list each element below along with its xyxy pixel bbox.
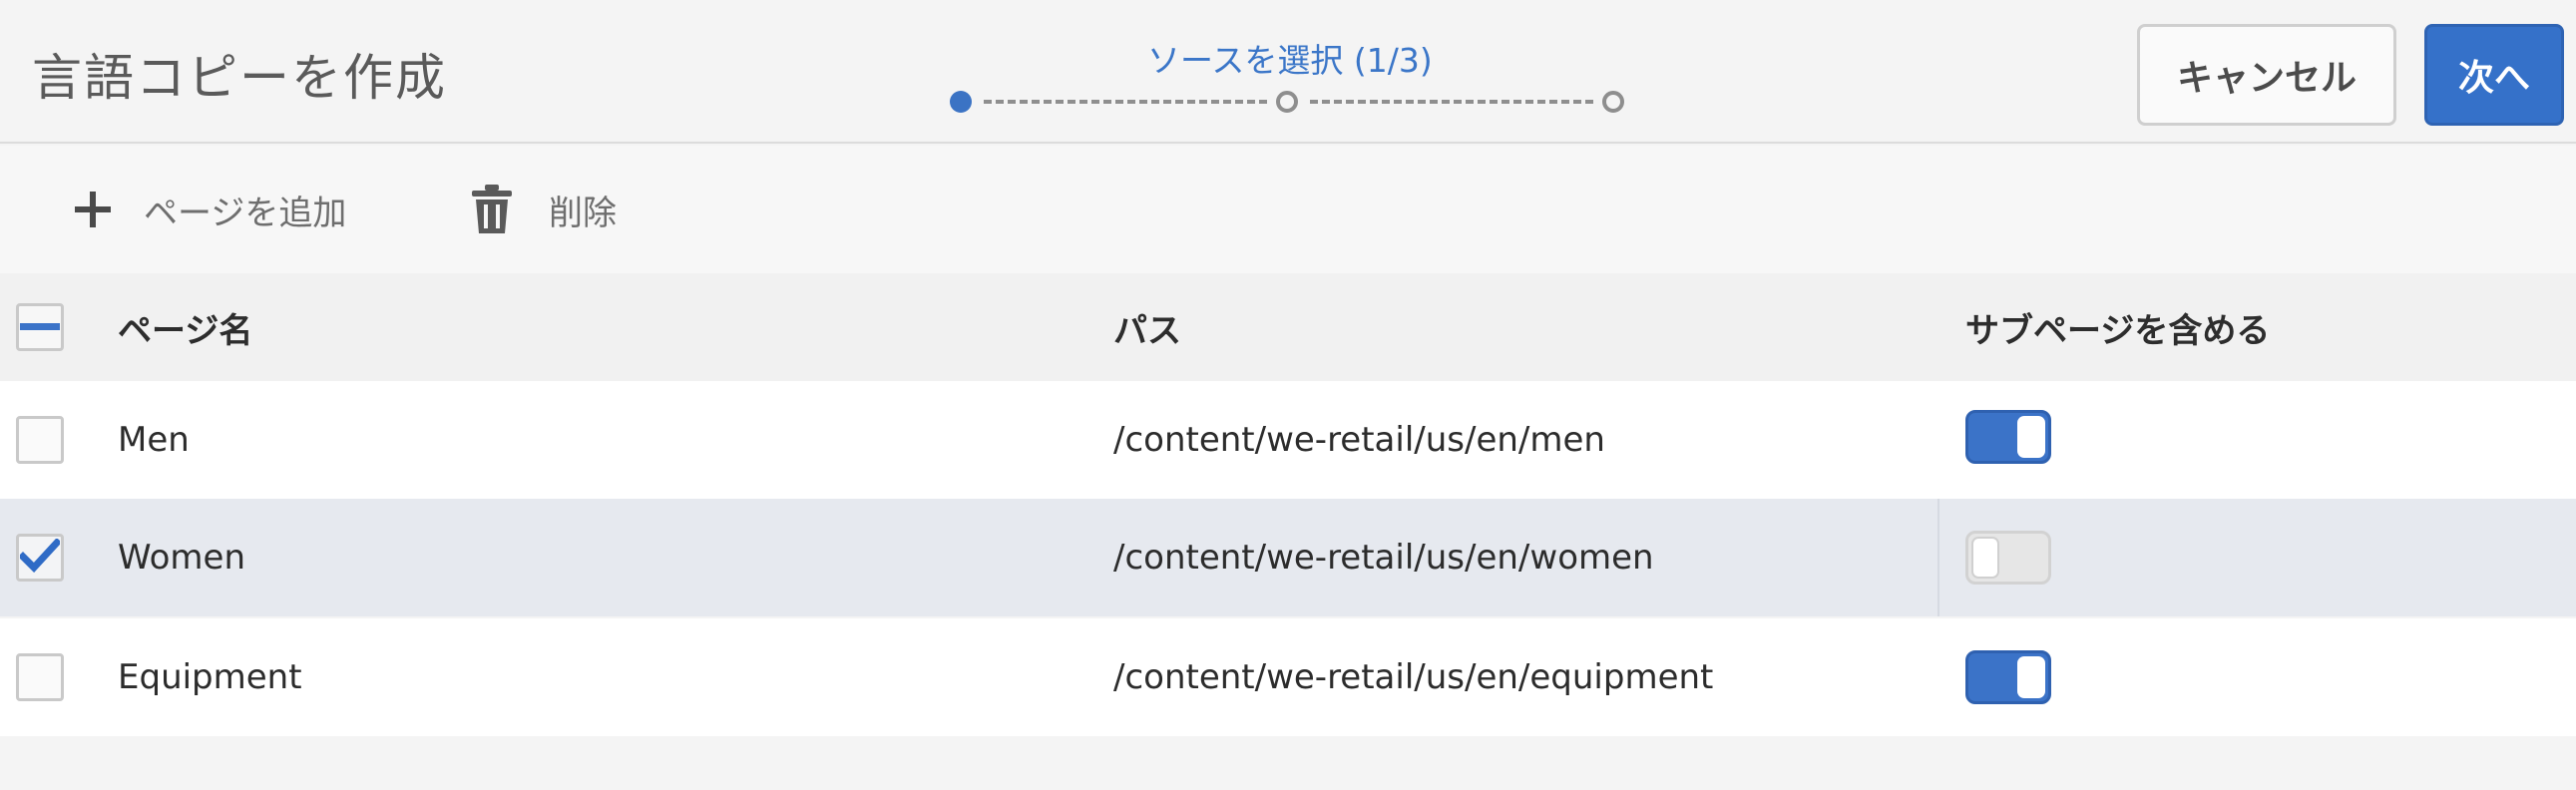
step-3-indicator <box>1602 91 1624 113</box>
page-title: 言語コピーを作成 <box>32 49 447 107</box>
table-header: ページ名 パス サブページを含める <box>0 273 2576 381</box>
step-2-indicator <box>1276 91 1298 113</box>
wizard-step-label: ソースを選択 (1/3) <box>1147 41 1433 80</box>
minus-icon <box>20 318 60 337</box>
header: 言語コピーを作成 ソースを選択 (1/3) キャンセル 次へ <box>0 0 2576 144</box>
include-subpages-toggle[interactable] <box>1965 531 2051 585</box>
trash-icon <box>469 183 515 236</box>
table-row[interactable]: Equipment /content/we-retail/us/en/equip… <box>0 618 2576 736</box>
step-1-indicator <box>950 91 972 113</box>
toolbar: ページを追加 削除 <box>0 146 2576 273</box>
path-cell: /content/we-retail/us/en/women <box>1113 538 1654 578</box>
checkmark-icon <box>18 538 62 577</box>
toggle-knob <box>1971 537 1999 579</box>
include-subpages-toggle[interactable] <box>1965 650 2051 704</box>
step-connector <box>984 100 1267 104</box>
step-connector <box>1310 100 1593 104</box>
toggle-knob <box>2017 416 2045 458</box>
table-row[interactable]: Men /content/we-retail/us/en/men <box>0 381 2576 499</box>
row-checkbox[interactable] <box>16 653 64 701</box>
column-header-path[interactable]: パス <box>1113 273 1181 381</box>
plus-icon <box>70 187 116 232</box>
delete-label: 削除 <box>549 193 617 233</box>
page-name-cell: Men <box>118 420 190 460</box>
delete-button[interactable]: 削除 <box>469 146 617 273</box>
next-button[interactable]: 次へ <box>2424 24 2564 126</box>
table-row[interactable]: Women /content/we-retail/us/en/women <box>0 499 2576 616</box>
path-cell: /content/we-retail/us/en/equipment <box>1113 657 1714 697</box>
add-page-label: ページを追加 <box>144 193 347 233</box>
select-all-checkbox[interactable] <box>16 303 64 351</box>
row-checkbox[interactable] <box>16 534 64 582</box>
column-header-page-name[interactable]: ページ名 <box>118 273 252 381</box>
cancel-button[interactable]: キャンセル <box>2137 24 2396 126</box>
add-page-button[interactable]: ページを追加 <box>70 146 346 273</box>
page-name-cell: Equipment <box>118 657 302 697</box>
column-divider <box>1937 499 1939 616</box>
column-header-include-subpages[interactable]: サブページを含める <box>1965 273 2270 381</box>
include-subpages-toggle[interactable] <box>1965 410 2051 464</box>
wizard-stepper <box>950 91 1628 115</box>
toggle-knob <box>2017 656 2045 698</box>
row-checkbox[interactable] <box>16 416 64 464</box>
path-cell: /content/we-retail/us/en/men <box>1113 420 1605 460</box>
page-name-cell: Women <box>118 538 246 578</box>
